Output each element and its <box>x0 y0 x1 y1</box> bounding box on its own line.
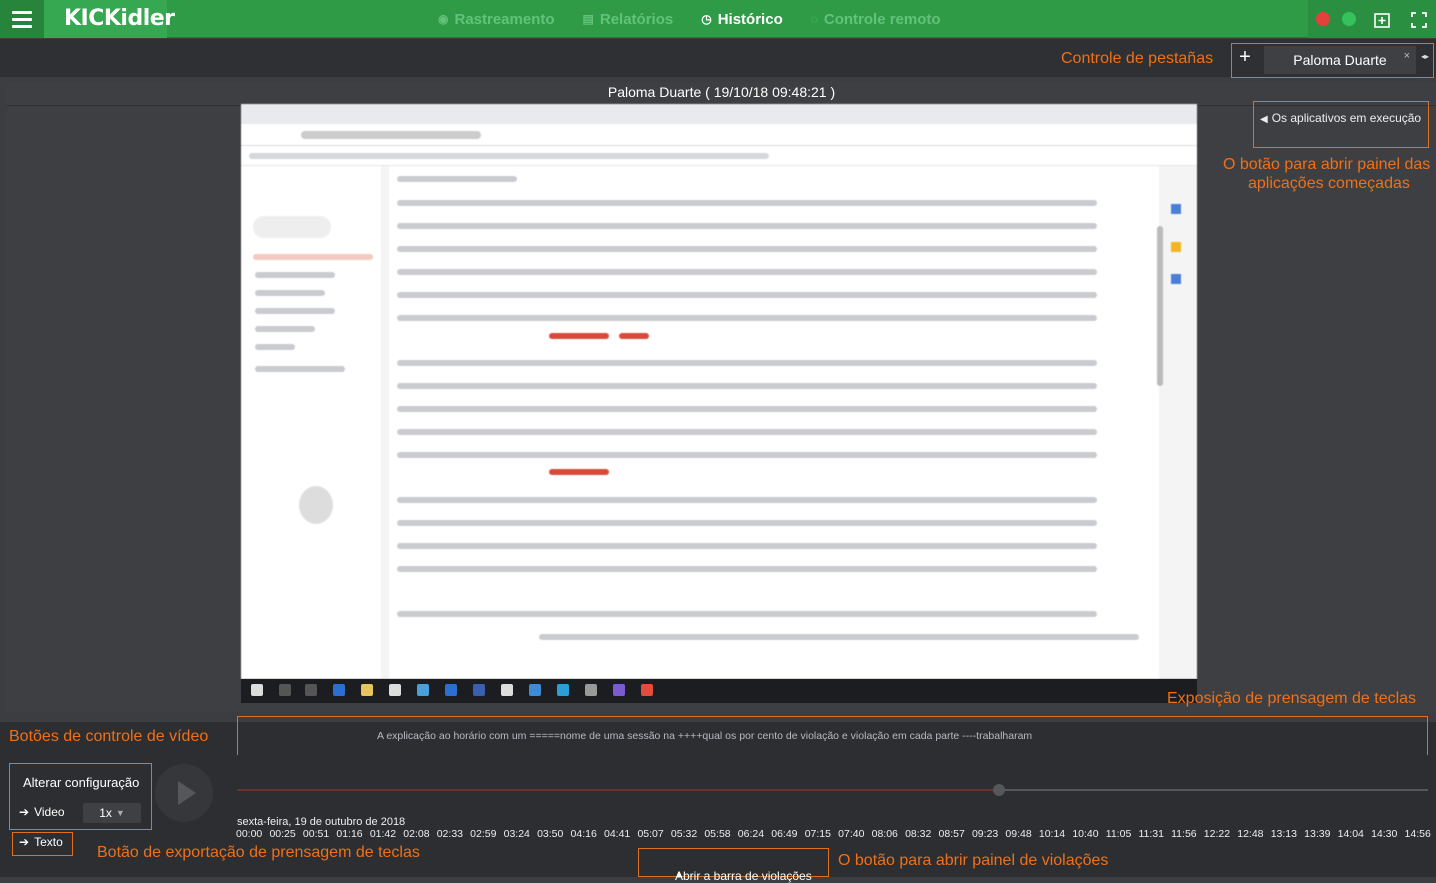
timeline-tick: 02:59 <box>470 828 497 840</box>
close-icon[interactable]: × <box>1404 50 1410 62</box>
video-label: Video <box>34 805 65 819</box>
timeline-tick: 09:48 <box>1005 828 1032 840</box>
apps-panel-button[interactable]: ◀ Os aplicativos em execução <box>1260 111 1421 125</box>
timeline-tick: 03:24 <box>503 828 530 840</box>
timeline-tick: 10:40 <box>1072 828 1099 840</box>
nav-historico[interactable]: ◷ Histórico <box>701 11 783 28</box>
add-tab-button[interactable]: + <box>1236 46 1254 69</box>
speed-select[interactable]: 1x ▼ <box>83 803 141 823</box>
status-indicator-icon[interactable] <box>1342 12 1356 26</box>
tab-row <box>0 39 1436 77</box>
chevron-down-icon: ▼ <box>115 808 125 818</box>
timeline-tick: 02:33 <box>436 828 463 840</box>
timeline-tick: 00:25 <box>269 828 296 840</box>
timeline-tick: 10:14 <box>1038 828 1066 840</box>
annotation-tabs: Controle de pestañas <box>1061 50 1214 67</box>
video-export-button[interactable]: ➔ Video <box>19 805 65 819</box>
timeline-tick: 05:58 <box>704 828 731 840</box>
play-button[interactable] <box>155 764 213 822</box>
eye-icon: ◉ <box>438 12 449 26</box>
timeline-track-rest[interactable] <box>999 789 1428 791</box>
recorded-taskbar <box>241 679 1197 703</box>
timeline-tick: 00:00 <box>236 828 263 840</box>
timeline-tick: 08:32 <box>905 828 932 840</box>
annotation-keys: Exposição de prensagem de teclas <box>1167 690 1417 707</box>
nav-rastreamento[interactable]: ◉ Rastreamento <box>438 11 555 28</box>
timeline-tick: 01:16 <box>336 828 363 840</box>
logo: KICKidler <box>64 6 175 31</box>
tab-paloma-duarte[interactable]: Paloma Duarte × <box>1264 46 1416 74</box>
timeline-tick: 08:06 <box>871 828 898 840</box>
nav-label: Relatórios <box>599 10 674 28</box>
timeline-tick: 03:50 <box>537 828 564 840</box>
speed-value: 1x <box>99 806 112 820</box>
timeline-tick: 04:41 <box>603 828 631 840</box>
timeline-tick: 14:30 <box>1371 828 1398 840</box>
timeline-tick: 08:57 <box>938 828 965 840</box>
caret-left-icon: ◀ <box>1260 114 1268 125</box>
text-label: Texto <box>34 835 63 849</box>
annotation-video-buttons: Botões de controle de vídeo <box>9 728 209 745</box>
tab-label: Paloma Duarte <box>1293 52 1387 68</box>
timeline-tick: 11:56 <box>1171 828 1197 840</box>
timeline-tick: 05:07 <box>637 828 664 840</box>
timeline-ticks: 00:00 00:25 00:51 01:16 01:42 02:08 02:33 02:59… <box>236 828 1431 840</box>
timeline-tick: 09:23 <box>971 828 999 840</box>
arrow-right-icon: ➔ <box>19 835 30 849</box>
nav-label: Controle remoto <box>823 10 941 28</box>
remote-icon: ◌ <box>810 12 818 26</box>
annotation-apps-2: aplicações começadas <box>1248 175 1410 192</box>
top-bar: KICKidler ◉ Rastreamento ▤ Relatórios ◷ … <box>0 0 1436 38</box>
violations-button[interactable]: ▲ Abrir a barra de violações <box>638 848 829 883</box>
viewer-timestamp: ( 19/10/18 09:48:21 ) <box>705 84 836 100</box>
annotation-violations: O botão para abrir painel de violações <box>838 852 1109 869</box>
timeline-tick: 11:05 <box>1105 828 1132 840</box>
recorded-screen-image[interactable] <box>241 104 1197 679</box>
main-nav: ◉ Rastreamento ▤ Relatórios ◷ Histórico … <box>438 0 969 38</box>
nav-label: Histórico <box>717 10 783 28</box>
timeline-date: sexta-feira, 19 de outubro de 2018 <box>237 816 406 828</box>
fullscreen-icon[interactable] <box>1408 9 1430 31</box>
timeline-tick: 12:48 <box>1237 828 1264 840</box>
nav-controle-remoto[interactable]: ◌ Controle remoto <box>811 11 941 28</box>
arrow-right-icon: ➔ <box>19 805 30 819</box>
viewer-header: Paloma Duarte ( 19/10/18 09:48:21 ) <box>7 84 1436 106</box>
timeline-tick: 06:24 <box>737 828 765 840</box>
timeline-tick: 04:16 <box>570 828 597 840</box>
timeline-tick: 13:13 <box>1270 828 1297 840</box>
tab-scroll-icon[interactable]: ◂▸ <box>1421 52 1429 61</box>
annotation-apps-1: O botão para abrir painel das <box>1223 156 1431 173</box>
record-indicator-icon[interactable] <box>1316 12 1330 26</box>
annotation-export: Botão de exportação de prensagem de tecl… <box>97 844 420 861</box>
timeline-tick: 14:04 <box>1337 828 1364 840</box>
violations-text: Abrir a barra de violações <box>675 869 812 883</box>
timeline-tick: 06:49 <box>771 828 798 840</box>
timeline-tick: 02:08 <box>403 828 430 840</box>
timeline-tick: 07:15 <box>804 828 831 840</box>
history-icon: ◷ <box>701 12 712 26</box>
timeline-tick: 12:22 <box>1203 828 1231 840</box>
menu-icon[interactable] <box>0 0 44 38</box>
keystroke-info-text: A explicação ao horário com um =====nome… <box>377 730 1033 742</box>
timeline-tick: 07:40 <box>838 828 865 840</box>
timeline-tick: 01:42 <box>369 828 397 840</box>
apps-button-label: Os aplicativos em execução <box>1271 111 1422 125</box>
timeline-tick: 14:56 <box>1404 828 1431 840</box>
document-icon: ▤ <box>582 12 594 26</box>
timeline-tick: 00:51 <box>302 828 330 840</box>
nav-relatorios[interactable]: ▤ Relatórios <box>583 11 674 28</box>
add-window-icon[interactable] <box>1371 9 1393 31</box>
timeline-tick: 11:31 <box>1138 828 1164 840</box>
change-config-button[interactable]: Alterar configuração <box>23 775 139 790</box>
nav-label: Rastreamento <box>454 10 555 28</box>
top-right-controls <box>1308 0 1436 38</box>
timeline-tick: 05:32 <box>670 828 698 840</box>
viewer-user: Paloma Duarte <box>607 84 702 100</box>
timeline-tick: 13:39 <box>1304 828 1331 840</box>
text-export-button[interactable]: ➔ Texto <box>19 835 63 849</box>
